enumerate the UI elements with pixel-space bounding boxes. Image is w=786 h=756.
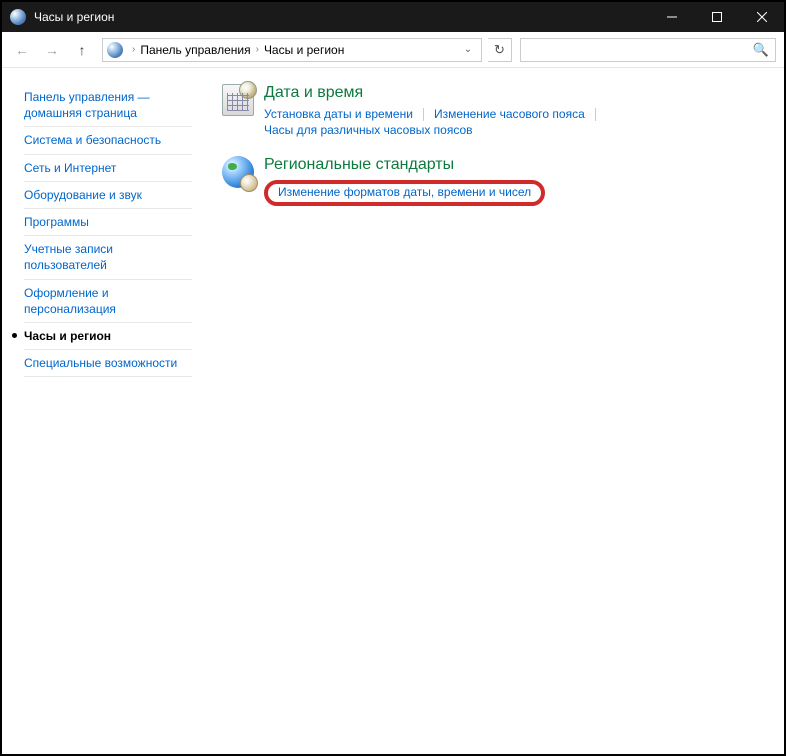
chevron-down-icon[interactable]: ⌄: [459, 44, 477, 55]
close-button[interactable]: [739, 2, 784, 32]
maximize-button[interactable]: [694, 2, 739, 32]
back-button[interactable]: ←: [8, 36, 36, 64]
sidebar-item-clock-region[interactable]: Часы и регион: [24, 323, 192, 350]
breadcrumb-item[interactable]: Панель управления: [140, 43, 250, 57]
link-set-datetime[interactable]: Установка даты и времени: [264, 106, 413, 122]
window-title: Часы и регион: [34, 10, 114, 24]
sidebar-item-home[interactable]: Панель управления — домашняя страница: [24, 84, 192, 127]
calendar-clock-icon: [222, 84, 254, 116]
sidebar-item-hardware[interactable]: Оборудование и звук: [24, 182, 192, 209]
app-icon: [10, 9, 26, 25]
search-box[interactable]: 🔍: [520, 38, 776, 62]
sidebar-item-accessibility[interactable]: Специальные возможности: [24, 350, 192, 377]
highlight-annotation: Изменение форматов даты, времени и чисел: [264, 180, 545, 206]
link-change-formats[interactable]: Изменение форматов даты, времени и чисел: [278, 184, 531, 200]
control-panel-window: Часы и регион ← → ↑ › Панель управления …: [2, 2, 784, 754]
section-region: Региональные стандарты Изменение формато…: [222, 156, 764, 206]
search-icon[interactable]: 🔍: [753, 42, 769, 58]
up-button[interactable]: ↑: [68, 36, 96, 64]
breadcrumb[interactable]: › Панель управления › Часы и регион ⌄: [102, 38, 482, 62]
divider: [595, 108, 596, 121]
breadcrumb-icon: [107, 42, 123, 58]
sidebar-item-system[interactable]: Система и безопасность: [24, 127, 192, 154]
sidebar-item-network[interactable]: Сеть и Интернет: [24, 155, 192, 182]
minimize-button[interactable]: [649, 2, 694, 32]
section-title-region[interactable]: Региональные стандарты: [264, 156, 764, 174]
divider: [423, 108, 424, 121]
forward-button[interactable]: →: [38, 36, 66, 64]
chevron-right-icon: ›: [127, 44, 140, 55]
navbar: ← → ↑ › Панель управления › Часы и регио…: [2, 32, 784, 68]
sidebar-item-programs[interactable]: Программы: [24, 209, 192, 236]
refresh-button[interactable]: ↻: [488, 38, 512, 62]
section-title-datetime[interactable]: Дата и время: [264, 84, 764, 102]
sidebar-item-appearance[interactable]: Оформление и персонализация: [24, 280, 192, 323]
search-input[interactable]: [527, 43, 753, 57]
sidebar-item-accounts[interactable]: Учетные записи пользователей: [24, 236, 192, 279]
chevron-right-icon: ›: [251, 44, 264, 55]
sidebar: Панель управления — домашняя страница Си…: [2, 68, 202, 754]
link-change-timezone[interactable]: Изменение часового пояса: [434, 106, 585, 122]
section-datetime: Дата и время Установка даты и времени Из…: [222, 84, 764, 138]
titlebar: Часы и регион: [2, 2, 784, 32]
content-area: Панель управления — домашняя страница Си…: [2, 68, 784, 754]
globe-clock-icon: [222, 156, 254, 188]
breadcrumb-item[interactable]: Часы и регион: [264, 43, 344, 57]
link-additional-clocks[interactable]: Часы для различных часовых поясов: [264, 122, 473, 138]
main-panel: Дата и время Установка даты и времени Из…: [202, 68, 784, 754]
